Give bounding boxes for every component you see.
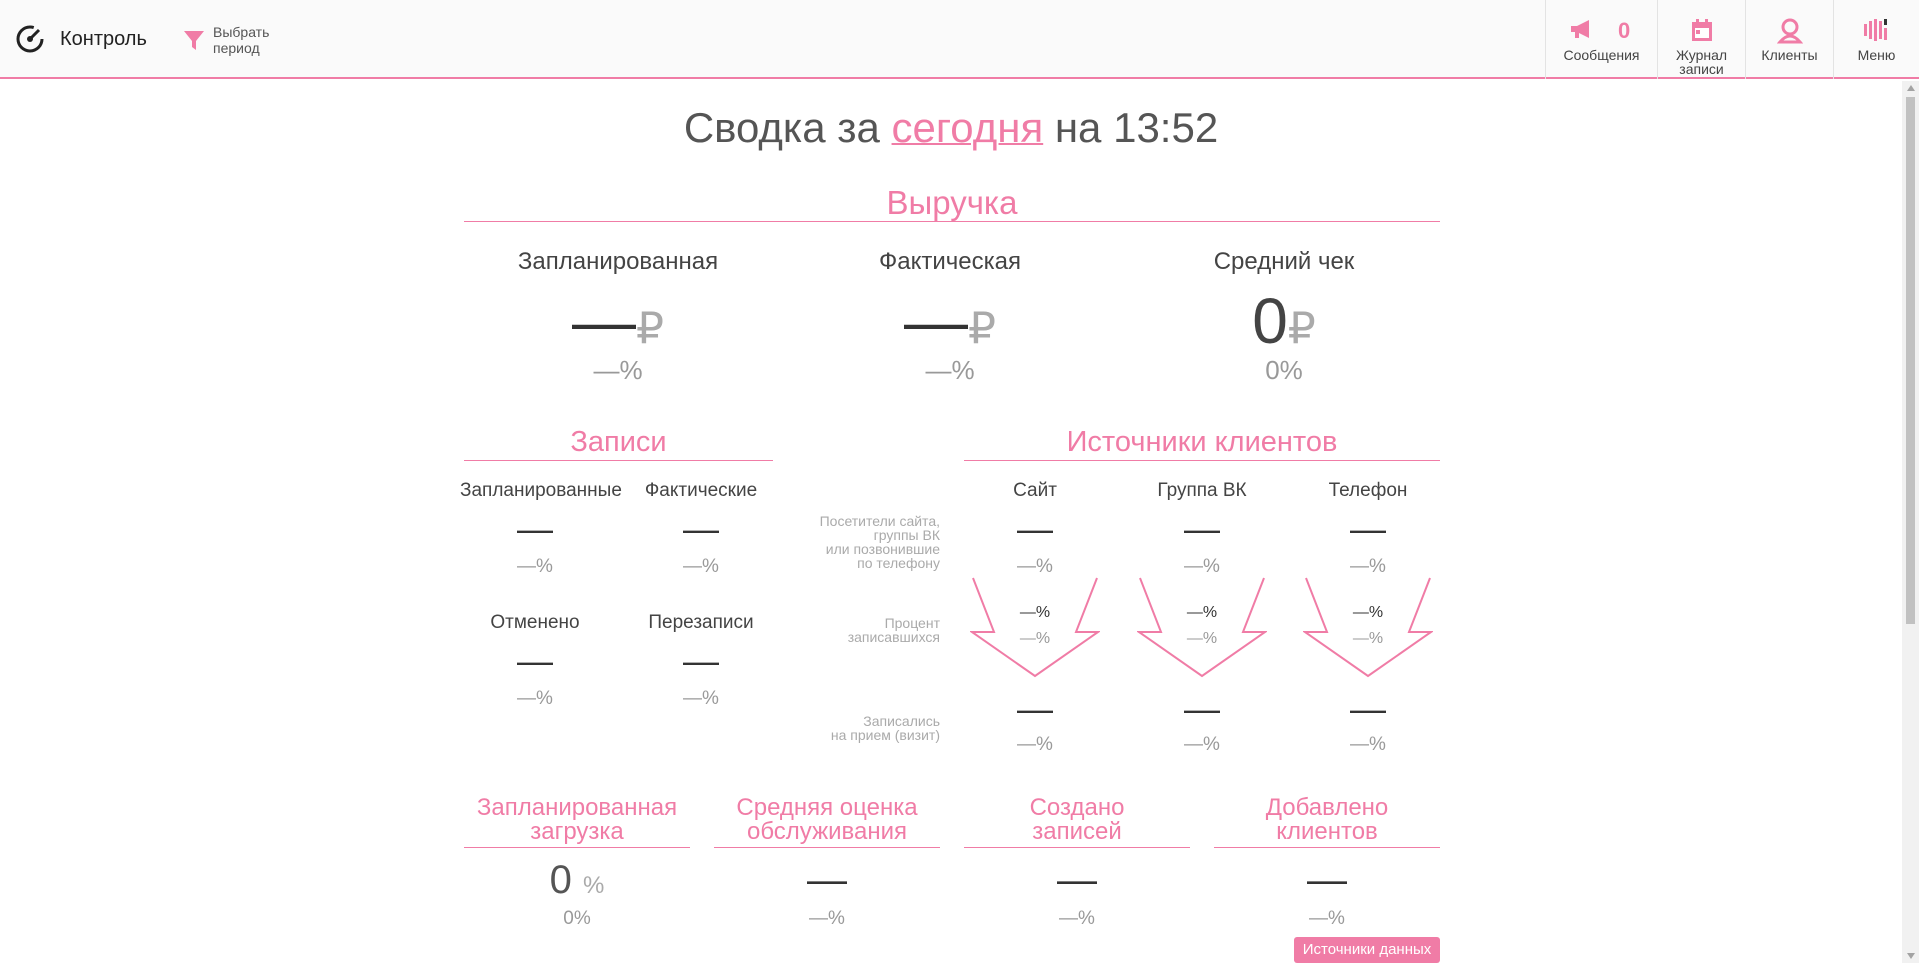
source-vk-label: Группа ВК [1157,480,1247,501]
nav-clients-label: Клиенты [1761,47,1818,63]
records-cancelled-value: — [517,640,553,681]
created-records-value: — [1057,858,1097,902]
user-icon [1776,18,1803,44]
vertical-scrollbar[interactable] [1902,81,1919,963]
sources-note-booked: Записались на прием (визит) [830,713,940,743]
messages-count: 0 [1618,18,1631,43]
source-phone-conversion-secondary: —% [1352,630,1384,647]
source-site-conversion-secondary: —% [1019,630,1051,647]
source-phone-visitors: — [1350,508,1386,549]
source-vk-conversion-secondary: —% [1186,630,1218,647]
records-rebooked-label: Перезаписи [648,612,754,633]
records-cancelled-percent: —% [517,688,553,709]
revenue-section-title: Выручка [464,185,1440,222]
source-phone-booked: — [1350,688,1386,729]
scroll-down-arrow-icon[interactable] [1907,953,1915,959]
filter-icon [184,31,204,50]
data-sources-button[interactable]: Источники данных [1294,937,1440,963]
scrollbar-thumb[interactable] [1906,97,1915,624]
sources-note-conversion: Процент записавшихся [847,615,940,645]
source-phone-funnel-arrow-icon [1303,577,1433,678]
revenue-planned-percent: —% [593,355,643,385]
nav-menu[interactable]: Меню [1833,0,1919,79]
scroll-up-arrow-icon[interactable] [1907,85,1915,91]
menu-icon [1863,19,1887,41]
records-section-title: Записи [464,424,773,461]
source-phone-booked-percent: —% [1350,734,1386,755]
source-site-label: Сайт [1013,480,1057,501]
nav-messages-label: Сообщения [1563,47,1640,63]
records-planned-label: Запланированные [460,480,622,501]
headline-prefix: Сводка за [683,104,880,151]
source-phone-label: Телефон [1328,480,1408,501]
source-site-visitors: — [1017,508,1053,549]
records-rebooked-percent: —% [683,688,719,709]
created-records-title: Создано записей [964,796,1190,848]
revenue-planned-label: Запланированная [517,248,719,275]
revenue-average-percent: 0% [1265,355,1303,385]
source-site-conversion: —% [1019,604,1051,621]
revenue-actual-value: —₽ [904,285,996,357]
source-site-booked: — [1017,688,1053,729]
speedometer-logo-icon [14,22,46,59]
headline-period-link[interactable]: сегодня [892,104,1044,151]
nav-journal[interactable]: Журнал записи [1657,0,1745,79]
revenue-planned-value: —₽ [572,285,664,357]
planned-load-value: 0 % [549,858,605,902]
records-actual-percent: —% [683,556,719,577]
sources-note-visitors: Посетители сайта, группы ВК или позвонив… [819,513,940,571]
source-vk-conversion: —% [1186,604,1218,621]
records-planned-percent: —% [517,556,553,577]
source-site-funnel-arrow-icon [970,577,1100,678]
app-title: Контроль [60,28,147,50]
nav-clients[interactable]: Клиенты [1745,0,1833,79]
created-records-percent: —% [1059,908,1095,929]
records-actual-label: Фактические [644,480,758,501]
top-bar: Контроль Выбрать период 0 Сообщения Журн… [0,0,1919,79]
summary-headline: Сводка за сегодня на 13:52 [0,104,1902,152]
select-period-label: Выбрать период [213,24,270,56]
source-vk-funnel-arrow-icon [1137,577,1267,678]
service-rating-percent: —% [809,908,845,929]
records-cancelled-label: Отменено [490,612,580,633]
source-vk-booked-percent: —% [1184,734,1220,755]
source-site-visitors-percent: —% [1017,556,1053,577]
calendar-icon [1691,19,1712,41]
added-clients-title: Добавлено клиентов [1214,796,1440,848]
source-phone-visitors-percent: —% [1350,556,1386,577]
records-actual-value: — [683,508,719,549]
records-planned-value: — [517,508,553,549]
source-vk-visitors-percent: —% [1184,556,1220,577]
main-nav: 0 Сообщения Журнал записи Клиенты Меню [1545,0,1919,79]
source-vk-booked: — [1184,688,1220,729]
nav-menu-label: Меню [1857,47,1896,63]
service-rating-value: — [807,858,847,902]
revenue-actual-label: Фактическая [879,248,1021,275]
planned-load-percent: 0% [563,908,591,929]
added-clients-value: — [1307,858,1347,902]
nav-journal-label: Журнал записи [1675,47,1728,77]
revenue-actual-percent: —% [925,355,975,385]
added-clients-percent: —% [1309,908,1345,929]
records-rebooked-value: — [683,640,719,681]
revenue-average-value: 0₽ [1252,285,1316,357]
nav-messages[interactable]: 0 Сообщения [1545,0,1657,79]
headline-time: на 13:52 [1054,104,1219,151]
megaphone-icon [1571,20,1589,38]
sources-section-title: Источники клиентов [964,424,1440,461]
source-vk-visitors: — [1184,508,1220,549]
revenue-average-label: Средний чек [1213,248,1355,275]
planned-load-title: Запланированная загрузка [464,796,690,848]
source-phone-conversion: —% [1352,604,1384,621]
service-rating-title: Средняя оценка обслуживания [714,796,940,848]
source-site-booked-percent: —% [1017,734,1053,755]
